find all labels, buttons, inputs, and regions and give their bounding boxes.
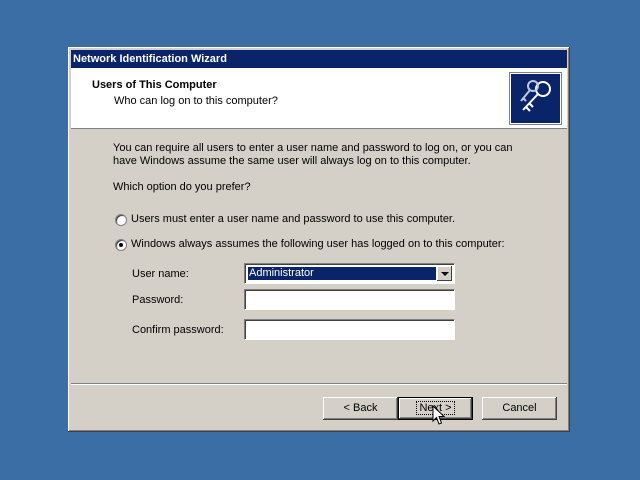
radio-require-password-label[interactable]: Users must enter a user name and passwor… (131, 213, 455, 225)
intro-text-line1: You can require all users to enter a use… (113, 142, 513, 154)
mouse-pointer-icon (432, 405, 446, 425)
window-title[interactable]: Network Identification Wizard (71, 50, 567, 68)
confirm-password-field[interactable] (244, 319, 455, 340)
question-text: Which option do you prefer? (113, 181, 251, 193)
username-value[interactable]: Administrator (247, 266, 437, 281)
page-subtitle: Who can log on to this computer? (114, 95, 278, 107)
keys-icon (510, 73, 561, 124)
radio-auto-logon[interactable] (115, 239, 127, 251)
back-button[interactable]: < Back (323, 397, 398, 420)
username-label: User name: (132, 268, 189, 280)
radio-auto-logon-label[interactable]: Windows always assumes the following use… (131, 238, 505, 250)
intro-text-line2: have Windows assume the same user will a… (113, 155, 471, 167)
password-label: Password: (132, 294, 184, 306)
chevron-down-icon[interactable] (437, 266, 452, 281)
radio-require-password[interactable] (115, 214, 127, 226)
confirm-password-label: Confirm password: (132, 324, 224, 336)
username-combobox[interactable]: Administrator (244, 263, 455, 284)
page-title: Users of This Computer (92, 79, 217, 91)
footer-divider-highlight (71, 384, 567, 385)
password-field[interactable] (244, 289, 455, 310)
wizard-dialog: Network Identification Wizard Users of T… (68, 47, 570, 432)
wizard-header: Users of This Computer Who can log on to… (71, 68, 567, 129)
cancel-button[interactable]: Cancel (482, 397, 557, 420)
